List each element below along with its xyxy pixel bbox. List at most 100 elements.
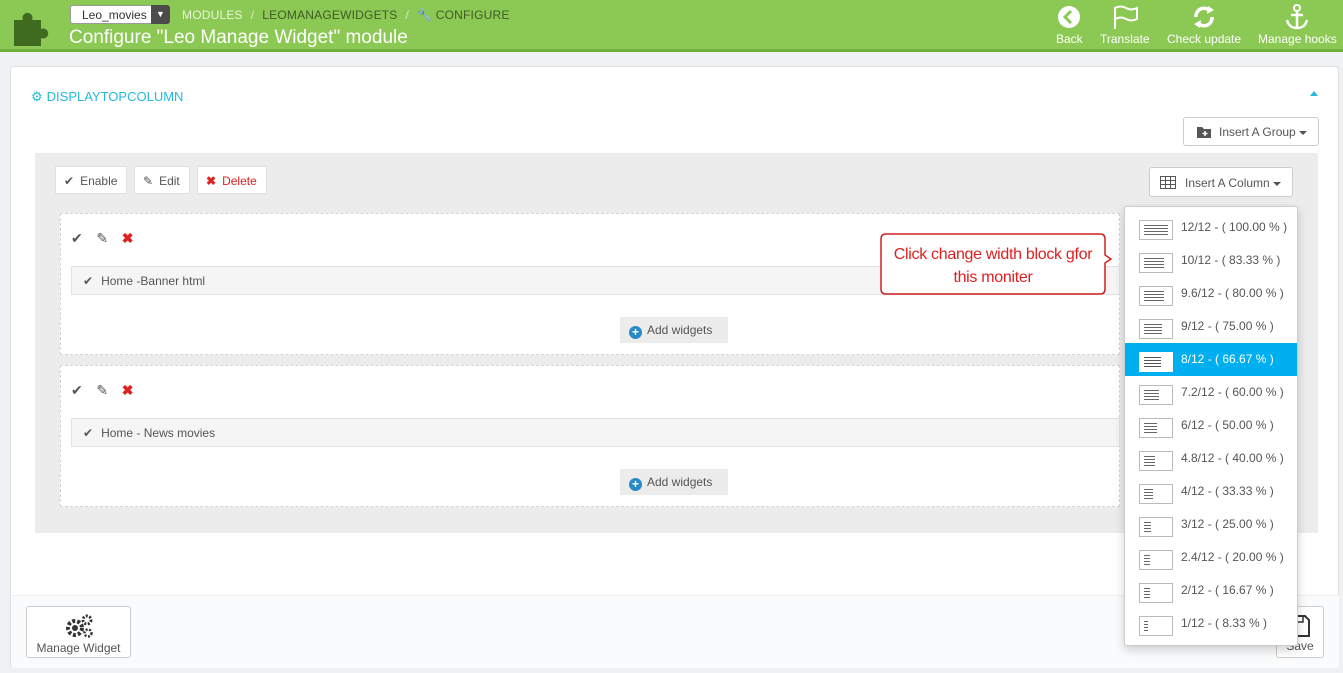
breadcrumb-modules[interactable]: MODULES — [182, 8, 243, 22]
column-width-label: 3/12 - ( 25.00 % ) — [1181, 517, 1274, 531]
column-width-label: 2/12 - ( 16.67 % ) — [1181, 583, 1274, 597]
add-widgets-button[interactable]: + Add widgets — [620, 317, 728, 343]
manage-hooks-label: Manage hooks — [1258, 32, 1337, 46]
enable-button[interactable]: ✔ Enable — [55, 166, 128, 194]
folder-plus-icon — [1197, 127, 1211, 138]
column-width-option[interactable]: 7.2/12 - ( 60.00 % ) — [1125, 376, 1297, 409]
width-preview-icon — [1139, 517, 1173, 537]
caret-down-icon: ▼ — [151, 5, 170, 24]
back-button[interactable]: Back — [1056, 4, 1083, 46]
breadcrumb: MODULES / LEOMANAGEWIDGETS / 🔧 CONFIGURE — [182, 8, 510, 22]
back-label: Back — [1056, 32, 1083, 46]
delete-button[interactable]: ✖ Delete — [197, 166, 267, 194]
table-icon — [1160, 176, 1176, 189]
width-preview-icon — [1139, 418, 1173, 438]
column-width-option[interactable]: 10/12 - ( 83.33 % ) — [1125, 244, 1297, 277]
puzzle-icon — [14, 12, 49, 46]
widget-name: Home - News movies — [101, 426, 216, 440]
translate-label: Translate — [1100, 32, 1150, 46]
breadcrumb-configure: CONFIGURE — [435, 8, 510, 22]
add-widgets-label: Add widgets — [647, 323, 713, 337]
column-actions: ✔ ✎ ✖ — [71, 230, 143, 247]
caret-down-icon — [1298, 130, 1307, 135]
column-width-option[interactable]: 1/12 - ( 8.33 % ) — [1125, 607, 1297, 640]
column-width-option[interactable]: 3/12 - ( 25.00 % ) — [1125, 508, 1297, 541]
shop-name: Leo_movies — [82, 8, 147, 22]
column-block: ✔ ✎ ✖ ✔ Home - News movies + Add widgets — [60, 365, 1120, 507]
column-width-label: 9/12 - ( 75.00 % ) — [1181, 319, 1274, 333]
check-icon[interactable]: ✔ — [71, 382, 83, 399]
annotation-callout: Click change width block gfor this monit… — [880, 233, 1112, 295]
insert-group-button[interactable]: Insert A Group — [1183, 117, 1319, 146]
pencil-icon[interactable]: ✎ — [96, 230, 108, 247]
enable-label: Enable — [80, 174, 118, 188]
breadcrumb-leomanagewidgets[interactable]: LEOMANAGEWIDGETS — [262, 8, 397, 22]
width-preview-icon — [1139, 385, 1173, 405]
width-preview-icon — [1139, 550, 1173, 570]
edit-button[interactable]: ✎ Edit — [134, 166, 190, 194]
width-preview-icon — [1139, 220, 1173, 240]
add-widgets-button[interactable]: + Add widgets — [620, 469, 728, 495]
check-icon[interactable]: ✔ — [71, 230, 83, 247]
column-width-option[interactable]: 8/12 - ( 66.67 % ) — [1125, 343, 1297, 376]
width-preview-icon — [1139, 451, 1173, 471]
delete-x-icon[interactable]: ✖ — [122, 230, 134, 247]
insert-column-button[interactable]: Insert A Column — [1149, 167, 1293, 197]
pencil-icon: ✎ — [143, 174, 154, 188]
callout-text: Click change width block gfor this monit… — [880, 243, 1106, 289]
column-width-label: 6/12 - ( 50.00 % ) — [1181, 418, 1274, 432]
widget-name: Home -Banner html — [101, 274, 206, 288]
column-width-label: 4/12 - ( 33.33 % ) — [1181, 484, 1274, 498]
column-width-label: 4.8/12 - ( 40.00 % ) — [1181, 451, 1284, 465]
width-preview-icon — [1139, 253, 1173, 273]
back-arrow-icon — [1058, 6, 1081, 28]
anchor-icon — [1286, 4, 1309, 30]
manage-widget-label: Manage Widget — [36, 641, 121, 655]
column-width-option[interactable]: 4/12 - ( 33.33 % ) — [1125, 475, 1297, 508]
caret-down-icon — [1272, 181, 1281, 186]
manage-widget-button[interactable]: Manage Widget — [26, 606, 131, 658]
shop-selector[interactable]: Leo_movies ▼ — [70, 5, 170, 24]
hook-name: DISPLAYTOPCOLUMN — [46, 89, 184, 104]
wrench-icon: 🔧 — [417, 8, 433, 22]
page-title: Configure "Leo Manage Widget" module — [69, 27, 408, 48]
delete-x-icon: ✖ — [206, 174, 217, 188]
edit-label: Edit — [159, 174, 180, 188]
column-width-option[interactable]: 4.8/12 - ( 40.00 % ) — [1125, 442, 1297, 475]
column-width-option[interactable]: 9.6/12 - ( 80.00 % ) — [1125, 277, 1297, 310]
column-width-option[interactable]: 9/12 - ( 75.00 % ) — [1125, 310, 1297, 343]
column-actions: ✔ ✎ ✖ — [71, 382, 143, 399]
translate-button[interactable]: Translate — [1100, 4, 1150, 46]
check-icon: ✔ — [83, 274, 94, 288]
collapse-caret-icon[interactable] — [1310, 91, 1318, 96]
delete-label: Delete — [222, 174, 257, 188]
width-preview-icon — [1139, 583, 1173, 603]
insert-column-label: Insert A Column — [1185, 176, 1270, 190]
column-width-label: 10/12 - ( 83.33 % ) — [1181, 253, 1281, 267]
widget-row[interactable]: ✔ Home - News movies — [71, 418, 1120, 447]
column-width-label: 7.2/12 - ( 60.00 % ) — [1181, 385, 1284, 399]
column-width-option[interactable]: 6/12 - ( 50.00 % ) — [1125, 409, 1297, 442]
check-update-button[interactable]: Check update — [1167, 4, 1241, 46]
panel-heading: ⚙ DISPLAYTOPCOLUMN — [31, 89, 183, 105]
check-icon: ✔ — [64, 174, 75, 188]
column-width-label: 9.6/12 - ( 80.00 % ) — [1181, 286, 1284, 300]
cogs-icon — [65, 614, 93, 638]
refresh-icon — [1194, 6, 1215, 28]
column-width-option[interactable]: 2.4/12 - ( 20.00 % ) — [1125, 541, 1297, 574]
width-preview-icon — [1139, 616, 1173, 636]
column-width-option[interactable]: 2/12 - ( 16.67 % ) — [1125, 574, 1297, 607]
column-width-label: 12/12 - ( 100.00 % ) — [1181, 220, 1288, 234]
column-width-dropdown: 12/12 - ( 100.00 % ) 10/12 - ( 83.33 % ) 9… — [1124, 206, 1298, 646]
column-width-option[interactable]: 12/12 - ( 100.00 % ) — [1125, 211, 1297, 244]
plus-circle-icon: + — [629, 478, 642, 491]
pencil-icon[interactable]: ✎ — [96, 382, 108, 399]
callout-line-1: Click change width block gfor — [893, 246, 1093, 263]
check-icon: ✔ — [83, 426, 94, 440]
manage-hooks-button[interactable]: Manage hooks — [1258, 4, 1337, 46]
plus-circle-icon: + — [629, 326, 642, 339]
column-width-label: 8/12 - ( 66.67 % ) — [1181, 352, 1274, 366]
flag-icon — [1113, 5, 1138, 29]
callout-line-2: this moniter — [953, 269, 1033, 286]
delete-x-icon[interactable]: ✖ — [122, 382, 134, 399]
